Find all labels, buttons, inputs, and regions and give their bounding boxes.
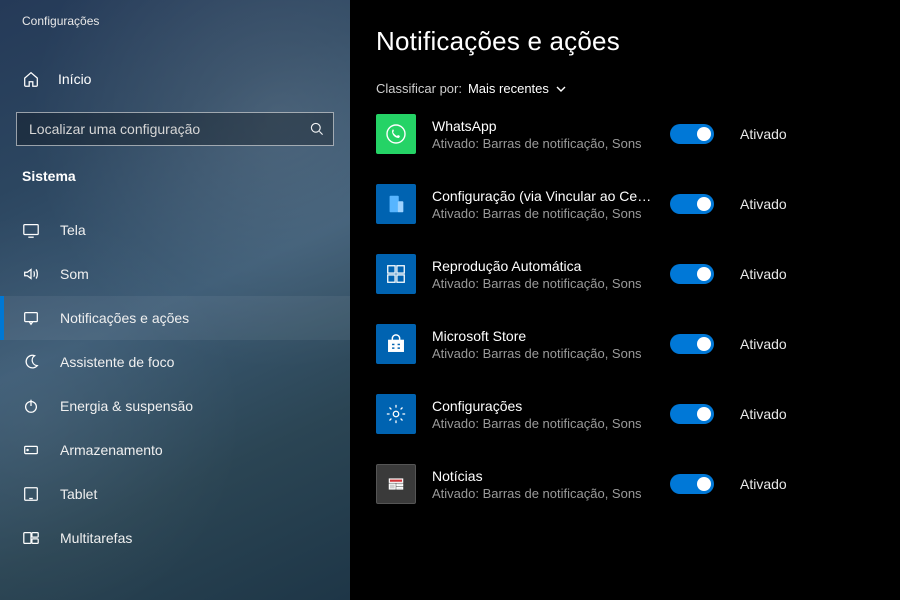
app-row[interactable]: Notícias Ativado: Barras de notificação,… [376, 464, 884, 504]
phone-link-app-icon [376, 184, 416, 224]
sort-dropdown[interactable]: Mais recentes [468, 81, 567, 96]
app-name: Configurações [432, 398, 654, 414]
toggle-switch[interactable] [670, 194, 714, 214]
toggle-state: Ativado [740, 126, 787, 142]
sidebar-item-label: Som [60, 266, 89, 282]
sidebar-item-label: Energia & suspensão [60, 398, 193, 414]
settings-app-icon [376, 394, 416, 434]
sidebar-item-label: Multitarefas [60, 530, 132, 546]
toggle-state: Ativado [740, 406, 787, 422]
toggle-state: Ativado [740, 196, 787, 212]
content: Notificações e ações Classificar por: Ma… [350, 0, 900, 600]
page-title: Notificações e ações [376, 26, 884, 57]
sort-bar: Classificar por: Mais recentes [376, 81, 884, 96]
app-subtext: Ativado: Barras de notificação, Sons [432, 136, 654, 151]
power-icon [22, 397, 40, 415]
sort-value: Mais recentes [468, 81, 549, 96]
toggle-switch[interactable] [670, 334, 714, 354]
whatsapp-app-icon [376, 114, 416, 154]
sidebar-item-display[interactable]: Tela [0, 208, 350, 252]
sidebar-item-power[interactable]: Energia & suspensão [0, 384, 350, 428]
notification-icon [22, 309, 40, 327]
toggle-switch[interactable] [670, 264, 714, 284]
app-name: Microsoft Store [432, 328, 654, 344]
tablet-icon [22, 485, 40, 503]
app-name: WhatsApp [432, 118, 654, 134]
sidebar-section-title: Sistema [0, 146, 350, 192]
toggle-switch[interactable] [670, 404, 714, 424]
app-subtext: Ativado: Barras de notificação, Sons [432, 346, 654, 361]
sidebar-list: Tela Som Notificações e ações Assistente… [0, 208, 350, 560]
display-icon [22, 221, 40, 239]
store-app-icon [376, 324, 416, 364]
sidebar-item-label: Assistente de foco [60, 354, 174, 370]
sidebar-home-label: Início [58, 71, 91, 87]
sidebar-item-label: Tela [60, 222, 86, 238]
search-box[interactable] [16, 112, 334, 146]
news-app-icon [376, 464, 416, 504]
app-name: Configuração (via Vincular ao Cel… [432, 188, 654, 204]
sidebar-item-label: Tablet [60, 486, 97, 502]
app-list: WhatsApp Ativado: Barras de notificação,… [376, 114, 884, 504]
app-subtext: Ativado: Barras de notificação, Sons [432, 206, 654, 221]
sidebar-item-storage[interactable]: Armazenamento [0, 428, 350, 472]
app-row[interactable]: Configuração (via Vincular ao Cel… Ativa… [376, 184, 884, 224]
sidebar-item-tablet[interactable]: Tablet [0, 472, 350, 516]
sidebar-item-notifications[interactable]: Notificações e ações [0, 296, 350, 340]
sidebar-item-multitask[interactable]: Multitarefas [0, 516, 350, 560]
chevron-down-icon [555, 83, 567, 95]
toggle-state: Ativado [740, 336, 787, 352]
sidebar-item-sound[interactable]: Som [0, 252, 350, 296]
sidebar-item-label: Armazenamento [60, 442, 163, 458]
app-row[interactable]: Configurações Ativado: Barras de notific… [376, 394, 884, 434]
sidebar: Configurações Início Sistema Tela Som [0, 0, 350, 600]
window-title: Configurações [0, 0, 350, 28]
app-row[interactable]: WhatsApp Ativado: Barras de notificação,… [376, 114, 884, 154]
app-name: Reprodução Automática [432, 258, 654, 274]
app-subtext: Ativado: Barras de notificação, Sons [432, 416, 654, 431]
toggle-switch[interactable] [670, 124, 714, 144]
app-row[interactable]: Microsoft Store Ativado: Barras de notif… [376, 324, 884, 364]
focus-icon [22, 353, 40, 371]
autoplay-app-icon [376, 254, 416, 294]
app-subtext: Ativado: Barras de notificação, Sons [432, 486, 654, 501]
toggle-state: Ativado [740, 476, 787, 492]
home-icon [22, 70, 40, 88]
sidebar-item-focus-assist[interactable]: Assistente de foco [0, 340, 350, 384]
sound-icon [22, 265, 40, 283]
sidebar-home[interactable]: Início [0, 60, 350, 98]
search-icon [309, 121, 325, 137]
app-name: Notícias [432, 468, 654, 484]
search-input[interactable] [17, 113, 333, 145]
storage-icon [22, 441, 40, 459]
sidebar-item-label: Notificações e ações [60, 310, 189, 326]
app-subtext: Ativado: Barras de notificação, Sons [432, 276, 654, 291]
toggle-switch[interactable] [670, 474, 714, 494]
sort-label: Classificar por: [376, 81, 462, 96]
multitask-icon [22, 529, 40, 547]
app-row[interactable]: Reprodução Automática Ativado: Barras de… [376, 254, 884, 294]
toggle-state: Ativado [740, 266, 787, 282]
